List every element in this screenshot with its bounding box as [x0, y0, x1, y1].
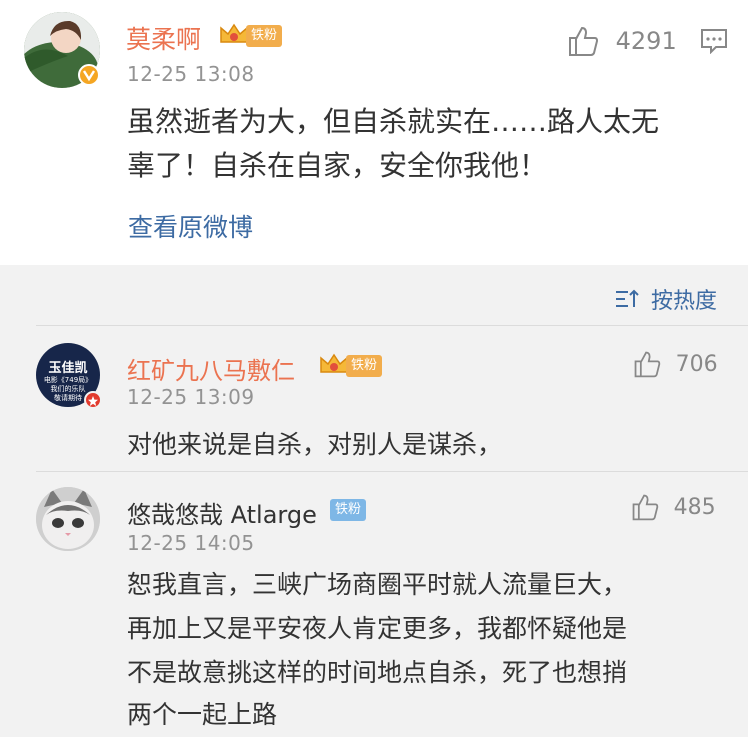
avatar-text-title: 玉佳凯 — [48, 361, 88, 376]
like-count: 485 — [673, 494, 716, 520]
like-button[interactable]: 485 — [630, 492, 716, 522]
like-count: 706 — [675, 351, 718, 377]
divider — [36, 325, 748, 326]
like-count: 4291 — [615, 27, 677, 55]
thumbs-up-icon — [634, 351, 661, 378]
like-button[interactable]: 706 — [632, 349, 718, 379]
comment-username[interactable]: 悠哉悠哉 Atlarge — [127, 495, 317, 530]
fan-badge-label: 铁粉 — [246, 25, 282, 47]
comment-icon[interactable] — [700, 28, 728, 58]
post-text-line-1: 虽然逝者为大，但自杀就实在……路人太无 — [127, 105, 660, 138]
sort-button[interactable]: 按热度 — [614, 283, 717, 315]
view-original-link[interactable]: 查看原微博 — [128, 208, 253, 244]
avatar[interactable] — [36, 487, 100, 551]
kitten-avatar-image — [36, 487, 100, 551]
comment-time: 12-25 14:05 — [127, 531, 255, 555]
comments-section: 按热度 玉佳凯 电影《749局》 我们的乐队 敬请期待 红矿九八马敷仁 铁粉 7… — [0, 265, 748, 737]
fan-badge: 铁粉 — [218, 23, 282, 48]
username[interactable]: 莫柔啊 — [126, 20, 201, 56]
sort-label: 按热度 — [651, 289, 718, 314]
comment-username[interactable]: 红矿九八马敷仁 — [127, 351, 295, 386]
post-text-line-2: 辜了！自杀在自家，安全你我他！ — [127, 149, 548, 182]
fan-badge-label: 铁粉 — [346, 355, 382, 377]
comment-text-line: 两个一起上路 — [127, 700, 278, 729]
thumbs-up-icon — [632, 494, 659, 521]
sort-icon — [616, 289, 639, 307]
fan-badge: 铁粉 — [318, 353, 382, 378]
fan-badge-label: 铁粉 — [330, 499, 366, 521]
main-post: 莫柔啊 铁粉 12-25 13:08 4291 虽然逝者为大，但自杀就实在……路… — [0, 0, 748, 265]
post-time: 12-25 13:08 — [127, 62, 255, 86]
comment-text-line: 不是故意挑这样的时间地点自杀，死了也想捎 — [127, 658, 628, 687]
divider — [36, 471, 748, 472]
thumbs-up-icon — [569, 26, 599, 56]
verified-icon — [78, 64, 100, 86]
verified-icon — [84, 391, 102, 409]
comment-text-line: 恕我直言，三峡广场商圈平时就人流量巨大， — [127, 570, 628, 599]
like-button[interactable]: 4291 — [566, 24, 677, 58]
comment-text-line: 对他来说是自杀，对别人是谋杀， — [127, 430, 503, 459]
comment-time: 12-25 13:09 — [127, 385, 255, 409]
comment-text-line: 再加上又是平安夜人肯定更多，我都怀疑他是 — [127, 614, 628, 643]
